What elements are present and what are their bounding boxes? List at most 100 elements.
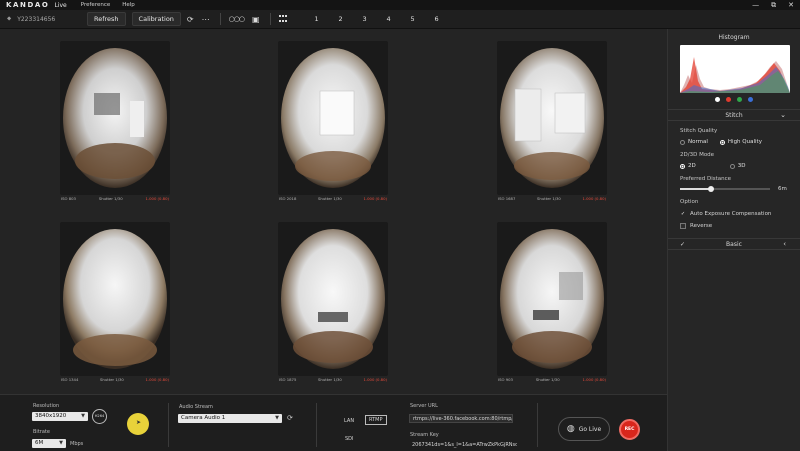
status-value: 1.000 (0.80) xyxy=(145,196,169,201)
codec-badge[interactable]: H264 xyxy=(92,409,107,424)
audio-stream-select[interactable]: Camera Audio 1 ▼ xyxy=(178,414,282,423)
refresh-audio-icon[interactable]: ⟳ xyxy=(287,414,293,422)
bitrate-label: Bitrate xyxy=(33,429,50,435)
device-selector[interactable]: ⬥ Y223314656 xyxy=(7,15,87,23)
shutter-value: Shutter 1/30 xyxy=(100,377,124,382)
shutter-value: Shutter 1/30 xyxy=(537,196,561,201)
camera-view-4[interactable]: ISO 1344 Shutter 1/30 1.000 (0.80) xyxy=(60,222,170,382)
camera-view-1[interactable]: ISO 803 Shutter 1/30 1.000 (0.80) xyxy=(60,41,170,201)
stream-lan-option[interactable]: LAN xyxy=(340,416,358,426)
stitch-section-header[interactable]: Stitch ⌄ xyxy=(668,109,800,121)
divider xyxy=(537,403,538,447)
menu-preference[interactable]: Preference xyxy=(81,2,110,8)
histogram xyxy=(680,45,790,93)
go-live-button[interactable]: ◍ Go Live xyxy=(558,417,610,441)
app-logo: KANDAO xyxy=(6,1,50,9)
reverse-checkbox[interactable]: Reverse xyxy=(680,223,800,229)
toolbar: ⬥ Y223314656 Refresh Calibration ⟳ ⋯ ○○○… xyxy=(0,10,800,29)
camera-tab-2[interactable]: 2 xyxy=(329,15,353,23)
status-value: 1.000 (0.80) xyxy=(363,377,387,382)
iso-value: ISO 1875 xyxy=(279,377,297,382)
stream-sdi-option[interactable]: SDI xyxy=(341,434,358,444)
camera-view-3[interactable]: ISO 1687 Shutter 1/30 1.000 (0.80) xyxy=(497,41,607,201)
radio-button-selected-icon xyxy=(719,139,725,145)
slider-fill xyxy=(680,188,711,190)
radio-normal[interactable]: Normal xyxy=(680,139,708,145)
iso-value: ISO 1687 xyxy=(498,196,516,201)
chevron-down-icon[interactable]: ⌄ xyxy=(780,110,786,121)
checkbox-icon xyxy=(680,223,686,229)
camera-tab-1[interactable]: 1 xyxy=(305,15,329,23)
reload-icon[interactable]: ⟳ xyxy=(187,15,194,24)
slider-track[interactable] xyxy=(680,186,770,192)
camera-tab-3[interactable]: 3 xyxy=(353,15,377,23)
restore-icon[interactable]: ⧉ xyxy=(771,1,776,10)
camera-tab-4[interactable]: 4 xyxy=(377,15,401,23)
camera-view-2[interactable]: ISO 2018 Shutter 1/30 1.000 (0.80) xyxy=(278,41,388,201)
settings-panel: Histogram Stitch ⌄ Stitch Quality Normal… xyxy=(667,29,800,451)
radio-3d[interactable]: 3D xyxy=(729,163,746,169)
device-id: Y223314656 xyxy=(17,15,56,23)
camera-view-6[interactable]: ISO 903 Shutter 1/30 1.000 (0.80) xyxy=(497,222,607,382)
channel-all-dot[interactable] xyxy=(715,97,720,102)
basic-title: Basic xyxy=(726,241,742,248)
stream-key-input[interactable]: 2067341ds=1&s_l=1&a=ATrwZkPkGjRNsdg5 xyxy=(409,441,517,450)
histogram-title: Histogram xyxy=(718,34,750,41)
refresh-button[interactable]: Refresh xyxy=(87,12,126,26)
radio-high-quality-label: High Quality xyxy=(727,139,762,145)
fisheye-image-5 xyxy=(278,222,388,376)
iso-value: ISO 2018 xyxy=(279,196,297,201)
resolution-label: Resolution xyxy=(33,403,60,409)
stitch-title: Stitch xyxy=(725,112,743,119)
radio-3d-label: 3D xyxy=(737,163,746,169)
menu-help[interactable]: Help xyxy=(122,2,135,8)
slider-handle[interactable] xyxy=(707,186,714,192)
auto-exposure-checkbox[interactable]: ✓ Auto Exposure Compensation xyxy=(680,211,800,217)
shutter-value: Shutter 1/30 xyxy=(318,377,342,382)
radio-button-icon xyxy=(729,163,735,169)
camera-preview-area: ISO 803 Shutter 1/30 1.000 (0.80) ISO 20… xyxy=(0,29,667,394)
fisheye-image-6 xyxy=(497,222,607,376)
minimize-icon[interactable]: — xyxy=(752,1,759,9)
radio-button-selected-icon xyxy=(680,163,685,169)
check-icon: ✓ xyxy=(680,241,686,248)
camera-view-5[interactable]: ISO 1875 Shutter 1/30 1.000 (0.80) xyxy=(278,222,388,382)
panorama-view-icon[interactable]: ▣ xyxy=(252,15,260,24)
stream-rtmp-option[interactable]: RTMP xyxy=(365,415,387,425)
radio-2d[interactable]: 2D xyxy=(680,163,696,169)
mode-label: 2D/3D Mode xyxy=(680,152,715,158)
close-icon[interactable]: ✕ xyxy=(788,1,794,9)
stitch-quality-options: Normal High Quality xyxy=(680,139,800,145)
record-button[interactable]: REC xyxy=(619,419,640,440)
app-product-name: Live xyxy=(54,1,67,9)
resolution-select[interactable]: 3840x1920 ▼ xyxy=(32,412,88,421)
channel-blue-dot[interactable] xyxy=(748,97,753,102)
basic-section-header[interactable]: ✓ Basic ‹ xyxy=(668,238,800,250)
camera-tab-5[interactable]: 5 xyxy=(401,15,425,23)
shutter-value: Shutter 1/30 xyxy=(535,377,560,382)
stream-key-label: Stream Key xyxy=(410,432,439,438)
calibration-button[interactable]: Calibration xyxy=(131,12,181,26)
radio-high-quality[interactable]: High Quality xyxy=(719,139,762,145)
resolution-value: 3840x1920 xyxy=(35,413,67,419)
status-value: 1.000 (0.80) xyxy=(582,377,606,382)
server-url-label: Server URL xyxy=(410,403,438,409)
more-icon[interactable]: ⋯ xyxy=(202,15,210,24)
camera-tab-6[interactable]: 6 xyxy=(425,15,449,23)
cursor-icon: ➤ xyxy=(136,419,142,426)
bitrate-select[interactable]: 6M ▼ xyxy=(32,439,66,448)
server-url-input[interactable]: rtmps://live-360.facebook.com:80/rtmp/ xyxy=(409,414,513,423)
six-lens-view-icon[interactable]: ○○○ xyxy=(229,15,245,23)
audio-stream-label: Audio Stream xyxy=(179,404,213,410)
preferred-distance-slider[interactable]: 6m xyxy=(680,186,800,192)
audio-stream-value: Camera Audio 1 xyxy=(181,415,226,421)
histogram-channel-selector xyxy=(668,97,800,102)
camera-tabs: 1 2 3 4 5 6 xyxy=(305,15,449,23)
bitrate-value: 6M xyxy=(35,440,44,446)
channel-green-dot[interactable] xyxy=(737,97,742,102)
chevron-down-icon: ▼ xyxy=(81,413,85,419)
channel-red-dot[interactable] xyxy=(726,97,731,102)
chevron-left-icon[interactable]: ‹ xyxy=(783,239,786,250)
grid-layout-icon[interactable] xyxy=(278,15,289,23)
option-label: Option xyxy=(680,199,699,205)
